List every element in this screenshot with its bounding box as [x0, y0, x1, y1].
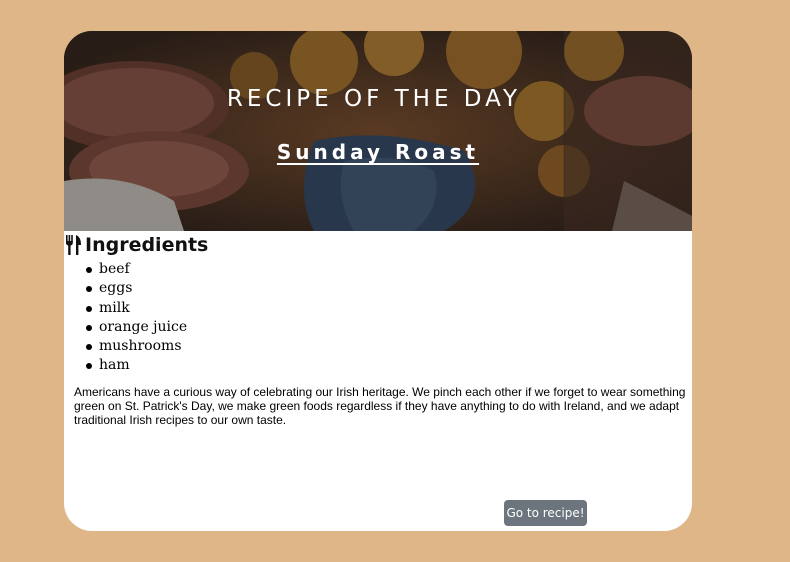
hero-banner: RECIPE OF THE DAY Sunday Roast	[64, 31, 692, 231]
ingredient-item: eggs	[85, 279, 187, 298]
ingredient-list: beef eggs milk orange juice mushrooms ha…	[85, 260, 187, 376]
recipe-name-link[interactable]: Sunday Roast	[64, 140, 692, 164]
ingredient-item: beef	[85, 260, 187, 279]
go-to-recipe-button[interactable]: Go to recipe!	[504, 500, 587, 526]
ingredient-item: mushrooms	[85, 337, 187, 356]
recipe-description: Americans have a curious way of celebrat…	[74, 385, 686, 427]
recipe-card: RECIPE OF THE DAY Sunday Roast Ingredien…	[64, 31, 692, 531]
fork-knife-icon	[66, 235, 81, 255]
ingredient-item: orange juice	[85, 318, 187, 337]
ingredients-title: Ingredients	[85, 234, 209, 256]
ingredient-item: milk	[85, 299, 187, 318]
ingredients-heading: Ingredients	[65, 234, 208, 256]
roast-dinner-photo	[64, 31, 692, 231]
hero-title: RECIPE OF THE DAY	[226, 86, 522, 112]
ingredient-item: ham	[85, 356, 187, 375]
